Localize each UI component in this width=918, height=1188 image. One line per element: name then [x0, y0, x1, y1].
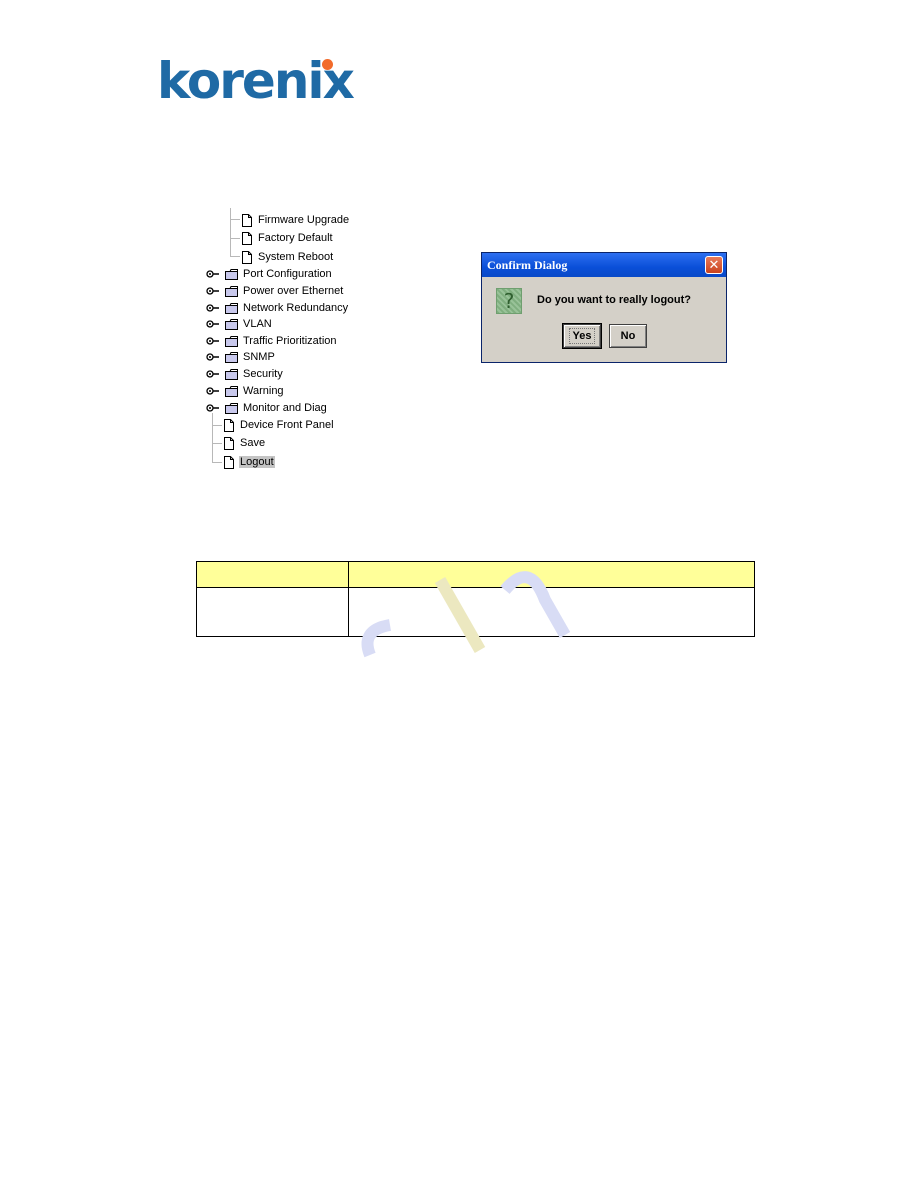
tree-item-logout[interactable]: Logout — [224, 454, 275, 470]
no-button[interactable]: No — [609, 324, 647, 348]
no-label: No — [620, 330, 636, 342]
tree-folder-vlan[interactable]: VLAN — [206, 316, 273, 332]
document-icon — [224, 455, 234, 469]
table-header-cell — [348, 561, 755, 588]
confirm-dialog: Confirm Dialog ✕ ? Do you want to really… — [481, 252, 727, 363]
tree-folder-monitor-and-diag[interactable]: Monitor and Diag — [206, 400, 328, 416]
tree-item-label: Security — [243, 368, 283, 380]
expand-handle-icon[interactable] — [206, 270, 219, 278]
expand-handle-icon[interactable] — [206, 287, 219, 295]
tree-item-factory-default[interactable]: Factory Default — [242, 230, 334, 246]
folder-icon — [225, 385, 238, 397]
tree-line — [212, 462, 222, 463]
folder-icon — [225, 402, 238, 414]
description-table — [196, 561, 755, 637]
tree-line — [230, 238, 240, 239]
tree-item-label: Traffic Prioritization — [243, 335, 337, 347]
tree-item-label: Power over Ethernet — [243, 285, 344, 297]
tree-line — [230, 208, 231, 257]
tree-item-label: Warning — [243, 385, 284, 397]
close-button[interactable]: ✕ — [705, 256, 723, 274]
document-icon — [242, 213, 252, 227]
tree-item-label: Network Redundancy — [243, 302, 349, 314]
folder-icon — [225, 318, 238, 330]
question-glyph: ? — [503, 289, 515, 313]
tree-item-firmware-upgrade[interactable]: Firmware Upgrade — [242, 212, 350, 228]
tree-line — [230, 219, 240, 220]
tree-item-label: Logout — [239, 456, 275, 468]
tree-item-save[interactable]: Save — [224, 435, 266, 451]
expand-handle-icon[interactable] — [206, 304, 219, 312]
expand-handle-icon[interactable] — [206, 353, 219, 361]
dialog-title-bar[interactable]: Confirm Dialog ✕ — [482, 253, 726, 277]
logo-dot — [322, 59, 333, 70]
tree-item-label: Save — [240, 437, 266, 449]
tree-folder-power-over-ethernet[interactable]: Power over Ethernet — [206, 283, 344, 299]
dialog-title: Confirm Dialog — [487, 257, 568, 272]
folder-icon — [225, 351, 238, 363]
tree-item-label: VLAN — [243, 318, 272, 330]
tree-item-label: Factory Default — [258, 232, 333, 244]
expand-handle-icon[interactable] — [206, 337, 219, 345]
dialog-body: ? Do you want to really logout? Yes No — [482, 277, 726, 362]
folder-icon — [225, 285, 238, 297]
menu-tree: Firmware Upgrade Factory Default System … — [200, 208, 400, 483]
tree-line — [212, 425, 222, 426]
folder-icon — [225, 335, 238, 347]
folder-icon — [225, 368, 238, 380]
tree-item-label: SNMP — [243, 351, 275, 363]
table-header-cell — [196, 561, 349, 588]
dialog-message: Do you want to really logout? — [537, 294, 691, 306]
close-icon: ✕ — [708, 257, 720, 273]
tree-folder-port-configuration[interactable]: Port Configuration — [206, 266, 333, 282]
tree-folder-warning[interactable]: Warning — [206, 383, 285, 399]
yes-label: Yes — [568, 328, 596, 344]
table-cell — [348, 587, 755, 637]
tree-line — [212, 443, 222, 444]
folder-icon — [225, 302, 238, 314]
expand-handle-icon[interactable] — [206, 404, 219, 412]
expand-handle-icon[interactable] — [206, 387, 219, 395]
tree-item-system-reboot[interactable]: System Reboot — [242, 249, 334, 265]
document-icon — [242, 231, 252, 245]
tree-item-label: Monitor and Diag — [243, 402, 327, 414]
table-row — [196, 587, 755, 637]
table-header-row — [196, 561, 755, 588]
folder-icon — [225, 268, 238, 280]
document-icon — [224, 418, 234, 432]
question-icon: ? — [496, 288, 522, 314]
tree-folder-network-redundancy[interactable]: Network Redundancy — [206, 300, 349, 316]
table-cell — [196, 587, 349, 637]
tree-line — [212, 413, 213, 463]
document-icon — [224, 436, 234, 450]
tree-item-label: Firmware Upgrade — [258, 214, 350, 226]
tree-folder-traffic-prioritization[interactable]: Traffic Prioritization — [206, 333, 338, 349]
tree-folder-snmp[interactable]: SNMP — [206, 349, 276, 365]
tree-item-label: System Reboot — [258, 251, 334, 263]
tree-folder-security[interactable]: Security — [206, 366, 284, 382]
expand-handle-icon[interactable] — [206, 370, 219, 378]
tree-line — [230, 256, 240, 257]
tree-item-label: Port Configuration — [243, 268, 332, 280]
document-icon — [242, 250, 252, 264]
expand-handle-icon[interactable] — [206, 320, 219, 328]
yes-button[interactable]: Yes — [562, 323, 602, 349]
tree-item-label: Device Front Panel — [240, 419, 334, 431]
tree-item-device-front-panel[interactable]: Device Front Panel — [224, 417, 335, 433]
